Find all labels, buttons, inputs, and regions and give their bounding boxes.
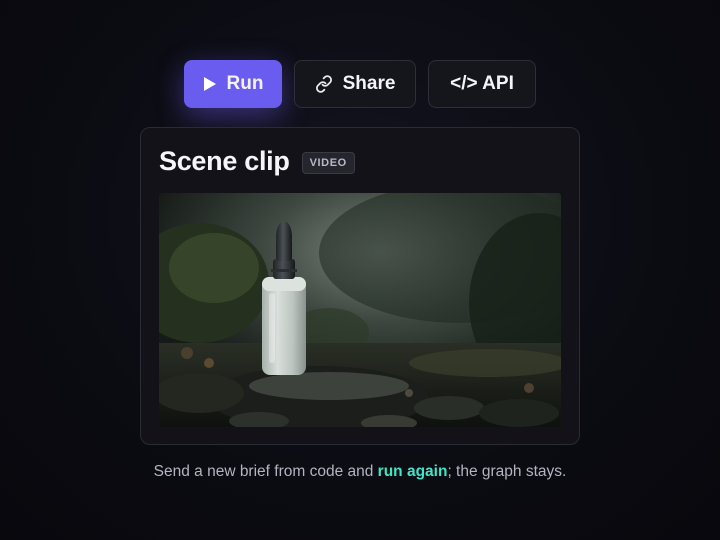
api-button[interactable]: </> API — [428, 60, 536, 108]
link-icon — [315, 75, 333, 93]
scene-clip-card: Scene clip VIDEO — [140, 127, 580, 445]
toolbar: Run Share </> API — [0, 60, 720, 108]
api-button-label: </> API — [450, 73, 514, 94]
run-button-label: Run — [226, 73, 264, 94]
caption: Send a new brief from code and run again… — [0, 463, 720, 481]
card-header: Scene clip VIDEO — [159, 146, 355, 177]
play-icon — [203, 76, 217, 92]
share-button[interactable]: Share — [294, 60, 416, 108]
card-title: Scene clip — [159, 146, 290, 176]
caption-highlight: run again — [377, 463, 448, 480]
caption-text-before: Send a new brief from code and — [153, 463, 378, 480]
video-frame — [159, 193, 561, 427]
share-button-label: Share — [342, 73, 396, 94]
video-preview[interactable] — [159, 193, 561, 427]
media-type-badge: VIDEO — [301, 151, 355, 174]
caption-text-after: ; the graph stays. — [447, 463, 567, 480]
run-button[interactable]: Run — [184, 60, 282, 108]
